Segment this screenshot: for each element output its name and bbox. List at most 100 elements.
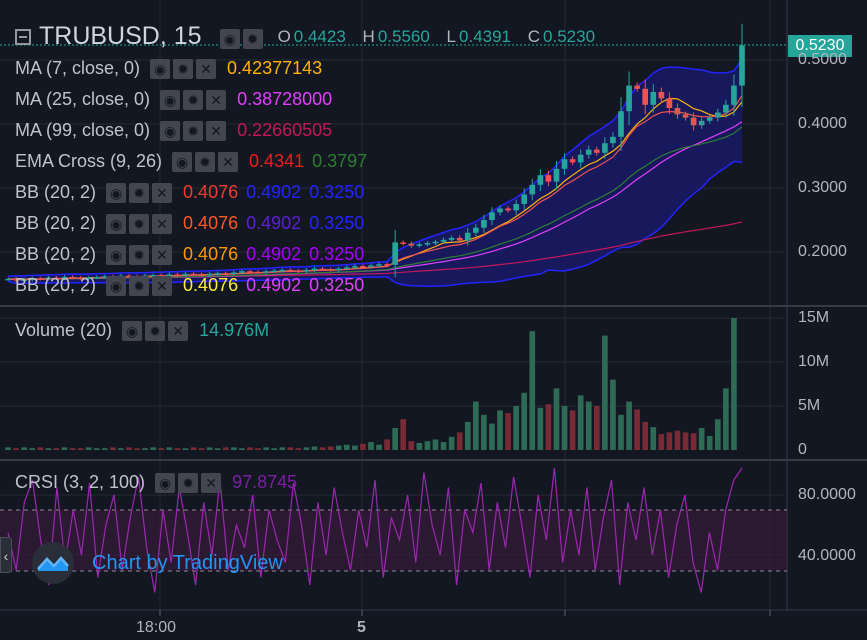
volume-bar	[593, 406, 600, 450]
candle-body	[545, 175, 552, 182]
gear-icon[interactable]: ✹	[183, 120, 204, 141]
candle-body	[577, 154, 584, 163]
close-icon[interactable]: ✕	[152, 182, 173, 203]
close-icon[interactable]: ✕	[206, 89, 227, 110]
symbol-name[interactable]: TRUBUSD	[39, 22, 160, 51]
eye-icon[interactable]: ◉	[160, 120, 181, 141]
candle-body	[335, 268, 342, 271]
volume-bar	[545, 404, 552, 450]
volume-bar	[239, 448, 245, 450]
gear-icon[interactable]: ✹	[242, 29, 263, 49]
candle-body	[513, 204, 519, 211]
close-icon[interactable]: ✕	[168, 320, 189, 341]
ohlc-values: O 0.4423 H 0.5560 L 0.4391 C 0.5230	[278, 27, 607, 47]
indicator-name: MA (25, close, 0)	[15, 89, 151, 109]
volume-bar	[166, 447, 173, 450]
volume-bar	[376, 444, 382, 450]
eye-icon[interactable]: ◉	[106, 182, 127, 203]
legend-ma7[interactable]: MA (7, close, 0) ◉ ✹ ✕ 0.42377143	[15, 58, 322, 79]
eye-icon[interactable]: ◉	[122, 320, 143, 341]
collapse-icon[interactable]	[15, 28, 31, 45]
time-axis-label: 5	[357, 619, 366, 636]
close-icon[interactable]: ✕	[152, 213, 173, 234]
gear-icon[interactable]: ✹	[129, 244, 150, 265]
crsi-axis-label: 40.0000	[798, 547, 856, 564]
legend-crsi[interactable]: CRSI (3, 2, 100) ◉ ✹ ✕ 97.8745	[15, 472, 297, 493]
eye-icon[interactable]: ◉	[160, 89, 181, 110]
volume-bar	[61, 447, 68, 450]
close-icon[interactable]: ✕	[218, 151, 239, 172]
gear-icon[interactable]: ✹	[129, 275, 150, 296]
volume-bar	[352, 445, 358, 450]
legend-ma99[interactable]: MA (99, close, 0) ◉ ✹ ✕ 0.22660505	[15, 120, 332, 141]
collapse-side-handle[interactable]: ‹	[0, 537, 12, 573]
gear-icon[interactable]: ✹	[195, 151, 216, 172]
volume-bar	[327, 446, 334, 450]
gear-icon[interactable]: ✹	[183, 89, 204, 110]
gear-icon[interactable]: ✹	[178, 472, 199, 493]
gear-icon[interactable]: ✹	[173, 58, 194, 79]
volume-bar	[634, 409, 640, 450]
eye-icon[interactable]: ◉	[155, 472, 176, 493]
gear-icon[interactable]: ✹	[129, 182, 150, 203]
volume-bar	[424, 441, 431, 450]
ohlc-low-key: L	[446, 26, 457, 46]
volume-bar	[247, 447, 253, 450]
close-icon[interactable]: ✕	[201, 472, 222, 493]
gear-icon[interactable]: ✹	[145, 320, 166, 341]
legend-bb-1[interactable]: BB (20, 2) ◉ ✹ ✕ 0.4076 0.4902 0.3250	[15, 182, 364, 203]
eye-icon[interactable]: ◉	[106, 213, 127, 234]
legend-ema-cross[interactable]: EMA Cross (9, 26) ◉ ✹ ✕ 0.4341 0.3797	[15, 151, 367, 172]
close-icon[interactable]: ✕	[152, 275, 173, 296]
candle-body	[658, 92, 665, 99]
candle-body	[481, 220, 487, 228]
candle-body	[561, 159, 568, 169]
ohlc-high-value: 0.5560	[377, 26, 430, 46]
symbol-header: TRUBUSD , 15 ◉ ✹ O 0.4423 H 0.5560 L 0.4391 …	[15, 22, 607, 51]
eye-icon[interactable]: ◉	[219, 29, 240, 49]
tradingview-watermark[interactable]: Chart by TradingView	[30, 540, 283, 586]
volume-bar	[698, 428, 705, 450]
legend-ma25[interactable]: MA (25, close, 0) ◉ ✹ ✕ 0.38728000	[15, 89, 332, 110]
eye-icon[interactable]: ◉	[106, 244, 127, 265]
candle-body	[610, 136, 616, 144]
volume-bar	[448, 436, 455, 450]
volume-bar	[53, 448, 60, 450]
volume-bar	[287, 447, 294, 450]
volume-bar	[198, 448, 205, 450]
candle-body	[279, 269, 286, 272]
volume-bar	[279, 447, 286, 450]
volume-bar	[77, 448, 84, 450]
gear-icon[interactable]: ✹	[129, 213, 150, 234]
volume-bar	[577, 395, 584, 450]
indicator-name: BB (20, 2)	[15, 213, 97, 233]
volume-bar	[231, 447, 237, 450]
legend-bb-2[interactable]: BB (20, 2) ◉ ✹ ✕ 0.4076 0.4902 0.3250	[15, 213, 364, 234]
volume-bar	[85, 447, 92, 450]
legend-bb-4[interactable]: BB (20, 2) ◉ ✹ ✕ 0.4076 0.4902 0.3250	[15, 275, 364, 296]
eye-icon[interactable]: ◉	[150, 58, 171, 79]
legend-bb-3[interactable]: BB (20, 2) ◉ ✹ ✕ 0.4076 0.4902 0.3250	[15, 244, 364, 265]
candle-body	[456, 237, 463, 241]
candle-body	[440, 239, 447, 242]
volume-bar	[481, 414, 487, 450]
eye-icon[interactable]: ◉	[172, 151, 193, 172]
candle-body	[448, 237, 455, 240]
close-icon[interactable]: ✕	[206, 120, 227, 141]
candle-body	[392, 242, 398, 265]
candle-body	[666, 98, 673, 108]
indicator-name: EMA Cross (9, 26)	[15, 151, 163, 171]
indicator-value: 0.38728000	[237, 89, 333, 109]
candle-body	[247, 271, 253, 273]
volume-axis-label: 10M	[798, 353, 830, 370]
symbol-interval[interactable]: 15	[174, 22, 202, 51]
close-icon[interactable]: ✕	[196, 58, 217, 79]
crsi-axis-label: 80.0000	[798, 486, 856, 503]
legend-volume[interactable]: Volume (20) ◉ ✹ ✕ 14.976M	[15, 320, 269, 341]
volume-bar	[432, 439, 439, 450]
eye-icon[interactable]: ◉	[106, 275, 127, 296]
volume-bar	[642, 421, 649, 450]
close-icon[interactable]: ✕	[152, 244, 173, 265]
indicator-value: 0.42377143	[227, 58, 323, 78]
candle-body	[319, 268, 326, 271]
